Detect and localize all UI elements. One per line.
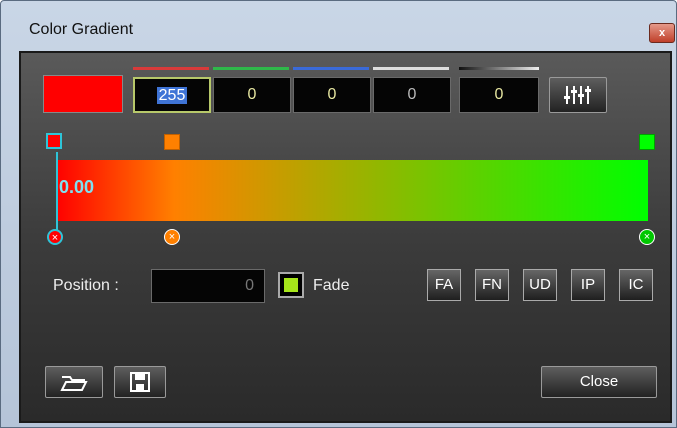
window-close-button[interactable]: x	[649, 23, 675, 43]
delete-stop-handle-green[interactable]: ×	[639, 229, 655, 245]
mixer-button[interactable]	[549, 77, 607, 113]
gradient-position-readout: 0.00	[59, 177, 95, 197]
position-field[interactable]: 0	[151, 269, 265, 303]
blue-channel-bar	[293, 67, 369, 70]
color-gradient-window: Color Gradient x 255 0 0 0 0 0.00 × × × …	[0, 0, 677, 428]
gradient-preview-bar[interactable]	[56, 160, 648, 221]
close-button[interactable]: Close	[541, 366, 657, 398]
white-value-field[interactable]: 0	[373, 77, 451, 113]
fade-checkbox[interactable]	[278, 272, 304, 298]
gradient-stop-marker-green[interactable]	[639, 134, 655, 150]
fade-label: Fade	[313, 277, 350, 294]
title-bar[interactable]: Color Gradient x	[1, 1, 676, 47]
sliders-icon	[564, 86, 591, 104]
delete-stop-handle-red[interactable]: ×	[47, 229, 63, 245]
folder-open-icon	[60, 376, 88, 391]
fa-button[interactable]: FA	[427, 269, 461, 301]
delete-stop-handle-orange[interactable]: ×	[164, 229, 180, 245]
extra-value-field[interactable]: 0	[459, 77, 539, 113]
check-mark-icon	[284, 278, 298, 292]
green-channel-bar	[213, 67, 289, 70]
ic-button[interactable]: IC	[619, 269, 653, 301]
gradient-stop-marker-red[interactable]	[46, 133, 62, 149]
current-color-swatch[interactable]	[43, 75, 123, 113]
ud-button[interactable]: UD	[523, 269, 557, 301]
green-value-field[interactable]: 0	[213, 77, 291, 113]
white-channel-bar	[373, 67, 449, 70]
red-channel-bar	[133, 67, 209, 70]
ip-button[interactable]: IP	[571, 269, 605, 301]
gradient-stop-marker-orange[interactable]	[164, 134, 180, 150]
window-title: Color Gradient	[29, 21, 134, 38]
save-button[interactable]	[114, 366, 166, 398]
red-value-field[interactable]: 255	[133, 77, 211, 113]
extra-channel-bar	[459, 67, 539, 70]
open-button[interactable]	[45, 366, 103, 398]
position-label: Position :	[53, 277, 119, 294]
floppy-disk-icon	[130, 372, 150, 392]
selected-stop-line	[56, 152, 58, 234]
blue-value-field[interactable]: 0	[293, 77, 371, 113]
fn-button[interactable]: FN	[475, 269, 509, 301]
